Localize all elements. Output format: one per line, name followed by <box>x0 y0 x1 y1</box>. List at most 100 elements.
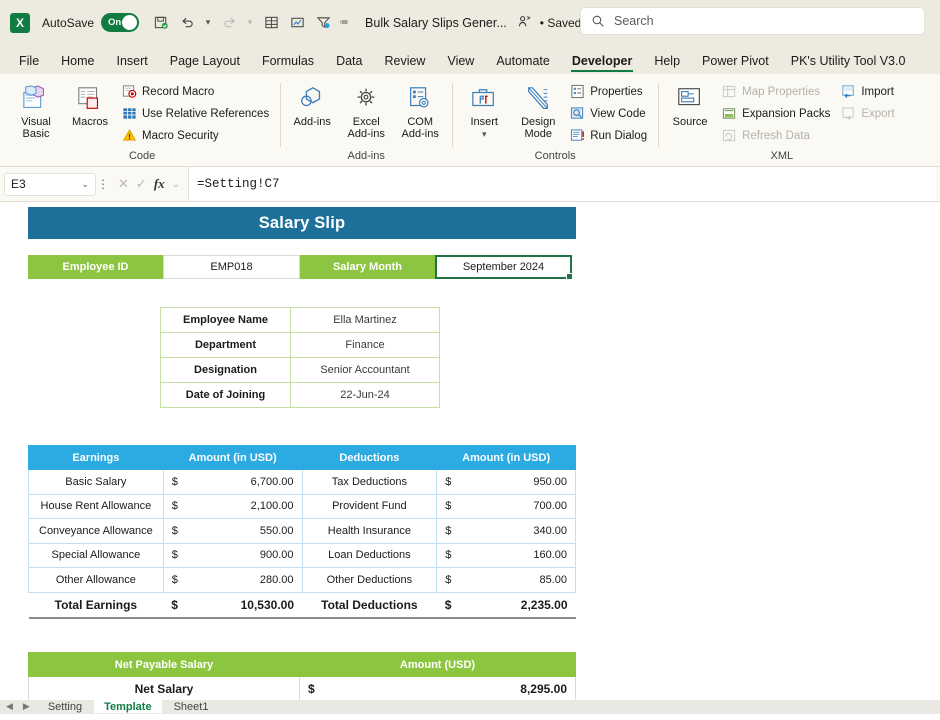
insert-control-button[interactable]: Insert ▾ <box>458 79 510 143</box>
save-icon[interactable] <box>149 11 173 35</box>
name-box[interactable]: E3 ⌄ <box>4 172 96 196</box>
import-button[interactable]: Import <box>837 81 899 102</box>
com-add-ins-button[interactable]: COM Add-ins <box>394 79 446 143</box>
redo-icon[interactable] <box>217 11 241 35</box>
tab-developer[interactable]: Developer <box>561 51 643 74</box>
sheet-tab-template[interactable]: Template <box>94 700 162 713</box>
tab-file[interactable]: File <box>8 51 50 74</box>
sheet-tab-setting[interactable]: Setting <box>37 700 93 713</box>
deduction-amount[interactable]: $340.00 <box>436 518 576 544</box>
tab-view[interactable]: View <box>436 51 485 74</box>
view-code-button[interactable]: View Code <box>566 103 652 124</box>
undo-dropdown-icon[interactable]: ▾ <box>201 11 215 35</box>
earning-label[interactable]: Basic Salary <box>28 469 164 495</box>
tab-review[interactable]: Review <box>373 51 436 74</box>
search-box[interactable]: Search <box>580 7 925 35</box>
sheet-nav-next-icon[interactable]: ▶ <box>21 700 36 712</box>
xml-source-button[interactable]: Source <box>664 79 716 131</box>
deduction-label[interactable]: Tax Deductions <box>301 469 438 495</box>
tab-insert[interactable]: Insert <box>106 51 159 74</box>
sheet-tab-sheet1[interactable]: Sheet1 <box>163 700 219 713</box>
deduction-label[interactable]: Health Insurance <box>301 518 438 544</box>
cancel-icon[interactable]: ✕ <box>118 176 129 192</box>
earning-amount[interactable]: $2,100.00 <box>162 493 303 519</box>
deduction-amount[interactable]: $85.00 <box>436 567 576 593</box>
document-title[interactable]: Bulk Salary Slips Gener... <box>365 16 507 30</box>
earning-label[interactable]: Other Allowance <box>28 567 164 593</box>
designation-value[interactable]: Senior Accountant <box>290 357 440 383</box>
table-row[interactable]: Special Allowance $900.00 Loan Deduction… <box>28 542 576 568</box>
table-row[interactable]: Date of Joining 22-Jun-24 <box>160 382 440 408</box>
add-ins-button[interactable]: Add-ins <box>286 79 338 131</box>
macros-button[interactable]: Macros <box>64 79 116 131</box>
tab-data[interactable]: Data <box>325 51 373 74</box>
earning-amount[interactable]: $280.00 <box>162 567 303 593</box>
earning-amount-value: 280.00 <box>259 573 294 586</box>
employee-name-value[interactable]: Ella Martinez <box>290 307 440 333</box>
department-value[interactable]: Finance <box>290 332 440 358</box>
tab-page-layout[interactable]: Page Layout <box>159 51 251 74</box>
net-salary-amount[interactable]: $8,295.00 <box>299 676 576 702</box>
table-icon[interactable] <box>259 11 283 35</box>
tab-power-pivot[interactable]: Power Pivot <box>691 51 780 74</box>
earning-label[interactable]: House Rent Allowance <box>28 493 164 519</box>
redo-dropdown-icon[interactable]: ▾ <box>243 11 257 35</box>
saved-status[interactable]: • Saved <box>540 16 582 30</box>
undo-icon[interactable] <box>175 11 199 35</box>
fx-chevron-down-icon[interactable]: ⌄ <box>172 179 180 190</box>
name-box-chevron-down-icon[interactable]: ⌄ <box>81 179 89 190</box>
deduction-amount[interactable]: $700.00 <box>436 493 576 519</box>
tab-home[interactable]: Home <box>50 51 105 74</box>
tab-automate[interactable]: Automate <box>485 51 561 74</box>
run-dialog-button[interactable]: Run Dialog <box>566 125 652 146</box>
properties-button[interactable]: Properties <box>566 81 652 102</box>
use-relative-references-button[interactable]: Use Relative References <box>118 103 274 124</box>
autosave-toggle[interactable]: On <box>101 13 140 32</box>
worksheet-grid[interactable]: Salary Slip Employee ID EMP018 Salary Mo… <box>0 202 940 714</box>
earning-label[interactable]: Conveyance Allowance <box>28 518 164 544</box>
chart-icon[interactable] <box>285 11 309 35</box>
table-row[interactable]: House Rent Allowance $2,100.00 Provident… <box>28 493 576 519</box>
insert-control-dropdown-icon[interactable]: ▾ <box>482 128 487 140</box>
refresh-data-button[interactable]: Refresh Data <box>718 125 835 146</box>
expansion-packs-button[interactable]: Expansion Packs <box>718 103 835 124</box>
visual-basic-button[interactable]: Visual Basic <box>10 79 62 143</box>
excel-add-ins-button[interactable]: Excel Add-ins <box>340 79 392 143</box>
filter-icon[interactable] <box>311 11 335 35</box>
formula-input[interactable]: =Setting!C7 <box>188 167 936 201</box>
formula-bar-more-icon[interactable]: ⋮ <box>96 177 110 191</box>
macro-security-button[interactable]: Macro Security <box>118 125 274 146</box>
earning-label[interactable]: Special Allowance <box>28 542 164 568</box>
table-row[interactable]: Basic Salary $6,700.00 Tax Deductions $9… <box>28 469 576 495</box>
tab-help[interactable]: Help <box>643 51 691 74</box>
fx-icon[interactable]: fx <box>154 176 165 192</box>
earning-amount[interactable]: $550.00 <box>162 518 303 544</box>
table-row[interactable]: Other Allowance $280.00 Other Deductions… <box>28 567 576 593</box>
earning-amount[interactable]: $900.00 <box>162 542 303 568</box>
deduction-label[interactable]: Other Deductions <box>301 567 438 593</box>
table-row[interactable]: Net Salary $8,295.00 <box>28 676 576 702</box>
export-button[interactable]: Export <box>837 103 899 124</box>
table-row[interactable]: Conveyance Allowance $550.00 Health Insu… <box>28 518 576 544</box>
design-mode-button[interactable]: Design Mode <box>512 79 564 143</box>
table-row[interactable]: Department Finance <box>160 332 440 358</box>
earning-amount[interactable]: $6,700.00 <box>162 469 303 495</box>
date-of-joining-value[interactable]: 22-Jun-24 <box>290 382 440 408</box>
customize-qat-icon[interactable]: ≔ <box>337 11 351 35</box>
deduction-label[interactable]: Provident Fund <box>301 493 438 519</box>
map-properties-button[interactable]: Map Properties <box>718 81 835 102</box>
share-person-icon[interactable] <box>517 14 532 32</box>
table-row[interactable]: Employee Name Ella Martinez <box>160 307 440 333</box>
deduction-label[interactable]: Loan Deductions <box>301 542 438 568</box>
employee-id-value[interactable]: EMP018 <box>163 255 300 279</box>
record-macro-button[interactable]: Record Macro <box>118 81 274 102</box>
deduction-amount[interactable]: $950.00 <box>436 469 576 495</box>
table-row[interactable]: Designation Senior Accountant <box>160 357 440 383</box>
deduction-amount[interactable]: $160.00 <box>436 542 576 568</box>
sheet-nav-prev-icon[interactable]: ◀ <box>4 700 19 712</box>
totals-row[interactable]: Total Earnings $10,530.00 Total Deductio… <box>28 591 576 619</box>
enter-icon[interactable]: ✓ <box>136 176 147 192</box>
tab-formulas[interactable]: Formulas <box>251 51 325 74</box>
salary-month-value[interactable]: September 2024 <box>435 255 573 280</box>
tab-pks-utility-tool[interactable]: PK's Utility Tool V3.0 <box>780 51 917 74</box>
